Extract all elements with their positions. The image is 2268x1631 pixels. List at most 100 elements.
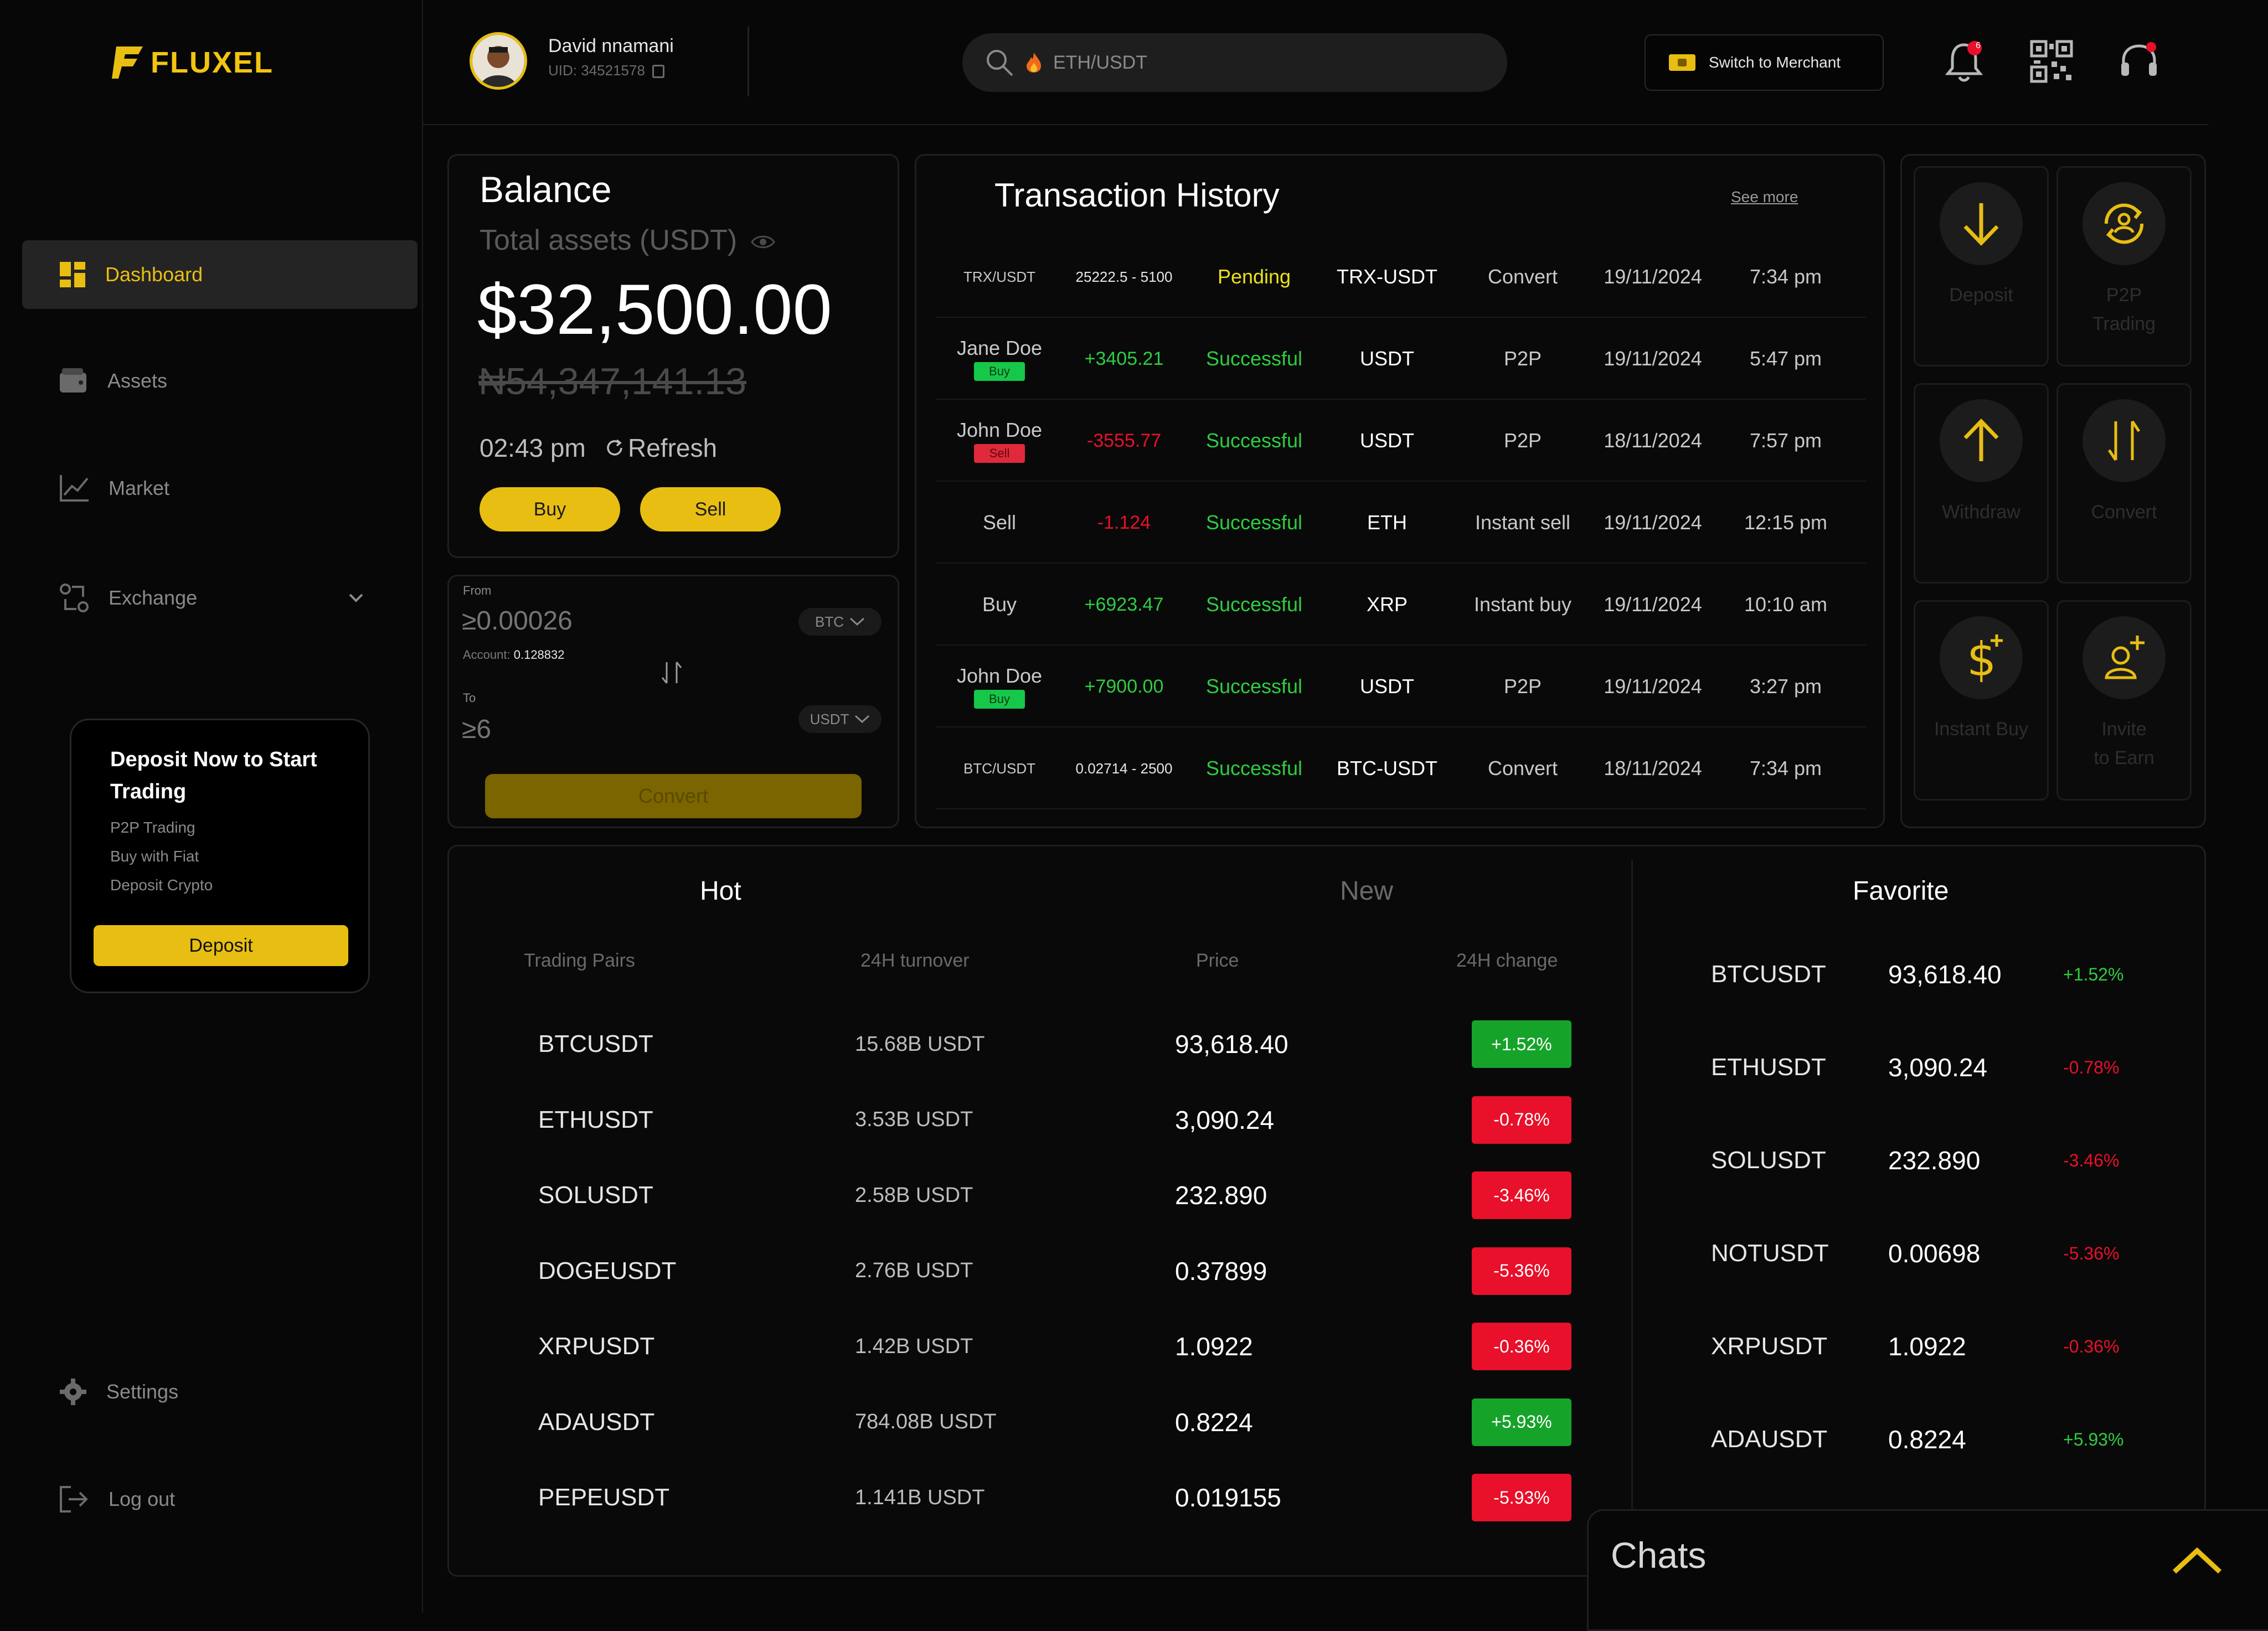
refresh-icon: [607, 439, 622, 456]
promo-line: Buy with Fiat: [110, 848, 199, 865]
refresh-button[interactable]: Refresh: [605, 433, 717, 463]
market-turnover: 1.42B USDT: [855, 1334, 973, 1358]
copy-icon[interactable]: [652, 65, 665, 79]
chevron-down-icon[interactable]: [348, 592, 364, 603]
market-row[interactable]: DOGEUSDT 2.76B USDT 0.37899 -5.36%: [498, 1233, 1606, 1309]
transaction-date-text: 18/11/2024: [1604, 757, 1702, 780]
sell-button[interactable]: Sell: [640, 487, 781, 531]
support-button[interactable]: [2114, 37, 2164, 86]
transaction-row[interactable]: John Doe Buy +7900.00 Successful USDT P2P 19/1…: [936, 646, 1866, 727]
invite-to-earn-action[interactable]: Invite to Earn: [2056, 600, 2192, 801]
transaction-amount-text: +6923.47: [1084, 593, 1164, 615]
transaction-row[interactable]: Sell -1.124 Successful ETH Instant sell 19/11…: [936, 482, 1866, 564]
brand-logo[interactable]: FLUXEL: [111, 43, 274, 82]
transaction-type: Instant sell: [1451, 482, 1595, 564]
instant-buy-action[interactable]: $ Instant Buy: [1914, 600, 2049, 801]
transaction-name: BTC/USDT: [936, 727, 1063, 809]
brand-name: FLUXEL: [151, 46, 274, 79]
from-currency-select[interactable]: BTC: [798, 608, 882, 636]
favorite-row[interactable]: ETHUSDT 3,090.24 -0.78%: [1711, 1034, 2154, 1101]
transaction-status: Successful: [1185, 727, 1323, 809]
market-price: 0.019155: [1175, 1483, 1281, 1512]
buy-button[interactable]: Buy: [480, 487, 620, 531]
market-price: 0.37899: [1175, 1256, 1267, 1286]
transaction-time: 10:10 am: [1711, 564, 1860, 646]
search-bar[interactable]: [962, 33, 1507, 92]
withdraw-action[interactable]: Withdraw: [1914, 383, 2049, 584]
market-row[interactable]: PEPEUSDT 1.141B USDT 0.019155 -5.93%: [498, 1460, 1606, 1535]
favorite-row[interactable]: XRPUSDT 1.0922 -0.36%: [1711, 1313, 2154, 1380]
market-pair: DOGEUSDT: [538, 1257, 677, 1284]
sidebar-item-label: Exchange: [109, 586, 198, 609]
transaction-name-text: TRX/USDT: [963, 268, 1035, 285]
balance-time: 02:43 pm: [480, 433, 586, 462]
from-amount-input[interactable]: [462, 606, 683, 636]
chevron-up-icon[interactable]: [2171, 1545, 2223, 1576]
qr-code-button[interactable]: [2027, 37, 2076, 86]
transaction-row[interactable]: Buy +6923.47 Successful XRP Instant buy 19/11…: [936, 564, 1866, 646]
sidebar-item-settings[interactable]: Settings: [22, 1358, 417, 1426]
uid-label: UID:: [548, 62, 577, 79]
action-circle: [1940, 399, 2023, 482]
p2p-trading-action[interactable]: P2P Trading: [2056, 166, 2192, 367]
market-row[interactable]: BTCUSDT 15.68B USDT 93,618.40 +1.52%: [498, 1007, 1606, 1082]
transaction-history-title: Transaction History: [994, 177, 1280, 214]
sidebar-item-assets[interactable]: Assets: [22, 347, 417, 415]
transaction-date-text: 19/11/2024: [1604, 593, 1702, 616]
transaction-row[interactable]: BTC/USDT 0.02714 - 2500 Successful BTC-USDT…: [936, 727, 1866, 809]
to-amount-input[interactable]: [462, 714, 683, 745]
market-price: 3,090.24: [1175, 1105, 1275, 1134]
see-more-link[interactable]: See more: [1731, 188, 1798, 206]
deposit-promo-card: Deposit Now to Start Trading P2P Trading…: [70, 719, 370, 993]
sidebar-item-logout[interactable]: Log out: [22, 1465, 417, 1534]
tab-favorite[interactable]: Favorite: [1853, 876, 1949, 906]
transaction-row[interactable]: TRX/USDT 25222.5 - 5100 Pending TRX-USDT Con…: [936, 236, 1866, 318]
to-currency-select[interactable]: USDT: [798, 705, 882, 733]
market-row[interactable]: XRPUSDT 1.42B USDT 1.0922 -0.36%: [498, 1309, 1606, 1384]
favorite-row[interactable]: NOTUSDT 0.00698 -5.36%: [1711, 1220, 2154, 1287]
market-row[interactable]: ETHUSDT 3.53B USDT 3,090.24 -0.78%: [498, 1082, 1606, 1158]
search-input[interactable]: [1053, 51, 1474, 74]
transaction-status: Successful: [1185, 400, 1323, 482]
transaction-asset: XRP: [1323, 564, 1451, 646]
transaction-status-text: Successful: [1205, 429, 1303, 452]
favorite-row[interactable]: BTCUSDT 93,618.40 +1.52%: [1711, 941, 2154, 1008]
market-row[interactable]: SOLUSDT 2.58B USDT 232.890 -3.46%: [498, 1158, 1606, 1233]
sidebar-item-market[interactable]: Market: [22, 454, 417, 523]
transaction-name: Sell: [936, 482, 1063, 564]
deposit-button[interactable]: Deposit: [94, 925, 348, 966]
sidebar: FLUXEL Dashboard Assets Market Exchange …: [0, 0, 423, 1613]
convert-action[interactable]: Convert: [2056, 383, 2192, 584]
favorite-pair: NOTUSDT: [1711, 1240, 1829, 1267]
promo-line: P2P Trading: [110, 819, 195, 836]
notification-button[interactable]: 6: [1939, 37, 1989, 86]
market-turnover: 3.53B USDT: [855, 1108, 973, 1131]
switch-to-merchant-button[interactable]: Switch to Merchant: [1645, 34, 1884, 91]
transaction-asset-text: USDT: [1360, 347, 1414, 370]
transaction-date: 19/11/2024: [1595, 318, 1711, 400]
chats-panel[interactable]: Chats: [1587, 1509, 2268, 1631]
convert-button[interactable]: Convert: [485, 774, 862, 818]
p2p-icon: [2104, 203, 2144, 244]
swap-icon[interactable]: [658, 659, 685, 687]
transaction-row[interactable]: Jane Doe Buy +3405.21 Successful USDT P2P 19/1…: [936, 318, 1866, 400]
avatar[interactable]: [470, 32, 527, 90]
logout-icon: [60, 1486, 88, 1513]
transaction-amount-text: +3405.21: [1084, 348, 1164, 369]
action-label: Deposit: [1949, 285, 2013, 306]
favorite-row[interactable]: SOLUSDT 232.890 -3.46%: [1711, 1127, 2154, 1194]
favorite-row[interactable]: ADAUSDT 0.8224 +5.93%: [1711, 1406, 2154, 1473]
transaction-asset: USDT: [1323, 400, 1451, 482]
transaction-type-text: P2P: [1503, 675, 1542, 698]
market-change-badge: -0.36%: [1472, 1323, 1571, 1370]
tab-hot[interactable]: Hot: [700, 876, 741, 906]
sidebar-item-exchange[interactable]: Exchange: [22, 564, 417, 632]
tab-new[interactable]: New: [1340, 876, 1393, 906]
sidebar-item-dashboard[interactable]: Dashboard: [22, 240, 417, 309]
market-row[interactable]: ADAUSDT 784.08B USDT 0.8224 +5.93%: [498, 1385, 1606, 1460]
transaction-type-text: Instant buy: [1473, 593, 1572, 616]
deposit-action[interactable]: Deposit: [1914, 166, 2049, 367]
eye-icon[interactable]: [750, 234, 775, 250]
transaction-status: Successful: [1185, 564, 1323, 646]
transaction-row[interactable]: John Doe Sell -3555.77 Successful USDT P2P 18/…: [936, 400, 1866, 482]
